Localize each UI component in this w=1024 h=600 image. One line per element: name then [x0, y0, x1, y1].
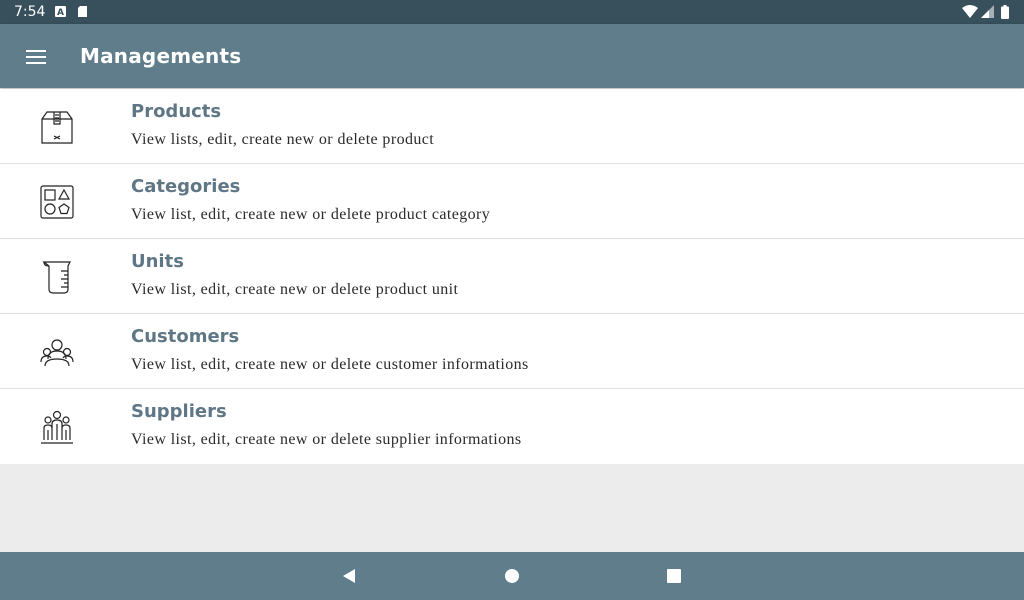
- list-item-subtitle: View list, edit, create new or delete su…: [131, 431, 522, 448]
- list-item-subtitle: View list, edit, create new or delete pr…: [131, 281, 459, 298]
- signal-icon: [981, 5, 994, 18]
- people-group-icon: [40, 339, 74, 367]
- measuring-cup-icon: [42, 261, 71, 294]
- list-item-units[interactable]: Units View list, edit, create new or del…: [0, 239, 1024, 314]
- status-time: 7:54: [14, 4, 46, 20]
- list-item-subtitle: View list, edit, create new or delete cu…: [131, 356, 529, 373]
- svg-text:A: A: [57, 8, 64, 18]
- team-icon: [41, 410, 73, 444]
- app-bar: Managements: [0, 24, 1024, 88]
- management-list: Products View lists, edit, create new or…: [0, 89, 1024, 464]
- list-item-categories[interactable]: Categories View list, edit, create new o…: [0, 164, 1024, 239]
- recents-icon[interactable]: [664, 566, 684, 586]
- list-item-title: Categories: [131, 176, 241, 197]
- hamburger-menu-icon[interactable]: [24, 45, 48, 69]
- a-icon: A: [55, 6, 66, 18]
- list-item-products[interactable]: Products View lists, edit, create new or…: [0, 89, 1024, 164]
- list-item-title: Products: [131, 101, 222, 122]
- list-item-title: Units: [131, 251, 184, 272]
- box-icon: [41, 111, 73, 144]
- list-item-title: Customers: [131, 326, 240, 347]
- sd-card-icon: [78, 6, 87, 17]
- wifi-icon: [962, 5, 978, 18]
- list-item-customers[interactable]: Customers View list, edit, create new or…: [0, 314, 1024, 389]
- list-item-title: Suppliers: [131, 401, 227, 422]
- back-icon[interactable]: [340, 566, 360, 586]
- list-item-suppliers[interactable]: Suppliers View list, edit, create new or…: [0, 389, 1024, 464]
- page-title: Managements: [80, 44, 242, 68]
- list-item-subtitle: View lists, edit, create new or delete p…: [131, 131, 435, 148]
- battery-icon: [1001, 5, 1009, 19]
- list-item-subtitle: View list, edit, create new or delete pr…: [131, 206, 491, 223]
- status-bar: 7:54 A: [0, 0, 1024, 24]
- shapes-icon: [40, 185, 74, 219]
- home-icon[interactable]: [502, 566, 522, 586]
- navigation-bar: [0, 552, 1024, 600]
